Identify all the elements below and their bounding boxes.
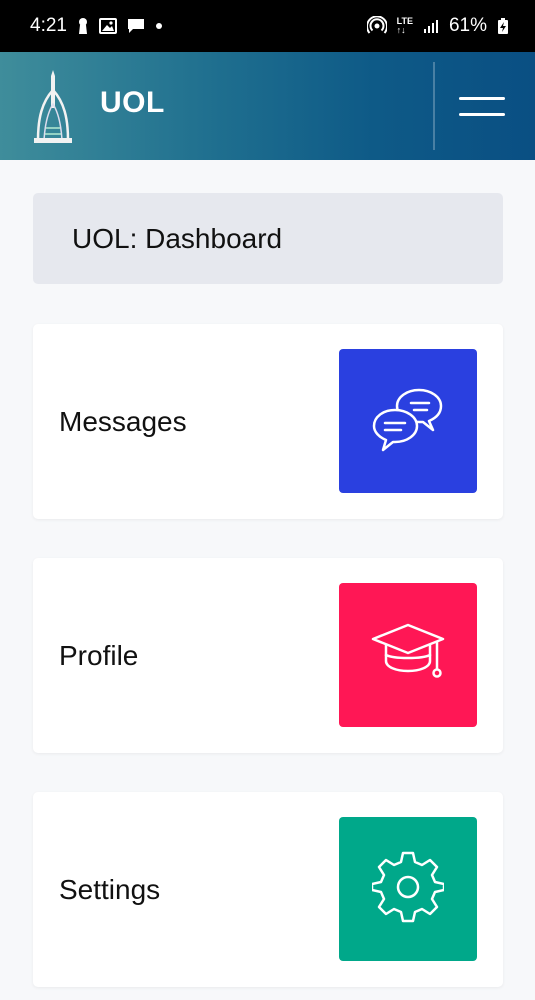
profile-tile[interactable] [339, 583, 477, 727]
messages-card[interactable]: Messages [33, 324, 503, 519]
messages-label: Messages [59, 405, 187, 437]
status-left: 4:21 [30, 15, 163, 37]
status-bar: 4:21 LTE ↑↓ 61% [0, 0, 535, 52]
hamburger-menu-icon [459, 96, 505, 100]
messages-tile[interactable] [339, 349, 477, 493]
dashboard-title-box: UOL: Dashboard [33, 193, 503, 284]
graduation-cap-icon [370, 621, 446, 690]
page-title: UOL: Dashboard [72, 222, 283, 254]
status-right: LTE ↑↓ 61% [366, 15, 509, 37]
keyhole-icon [77, 17, 89, 35]
chat-bubbles-icon [371, 386, 445, 457]
hamburger-menu-button[interactable] [452, 82, 512, 130]
signal-icon [423, 18, 439, 34]
app-title: UOL [100, 86, 165, 119]
lte-arrows: ↑↓ [396, 25, 406, 35]
battery-percent: 61% [448, 15, 487, 36]
hamburger-menu-line [459, 112, 505, 116]
lte-indicator: LTE ↑↓ [397, 17, 413, 35]
monument-logo-icon [28, 68, 78, 146]
settings-label: Settings [59, 873, 161, 905]
profile-card[interactable]: Profile [33, 558, 503, 753]
gear-icon [370, 851, 446, 928]
battery-charging-icon [497, 17, 509, 35]
settings-tile[interactable] [339, 817, 477, 961]
status-time: 4:21 [30, 15, 67, 36]
dot-icon [155, 22, 163, 30]
settings-card[interactable]: Settings [33, 792, 503, 987]
app-bar: UOL [0, 52, 535, 160]
image-icon [98, 18, 117, 34]
app-bar-divider [433, 62, 435, 150]
profile-label: Profile [59, 639, 139, 671]
message-icon [127, 18, 145, 34]
hotspot-icon [366, 16, 387, 36]
